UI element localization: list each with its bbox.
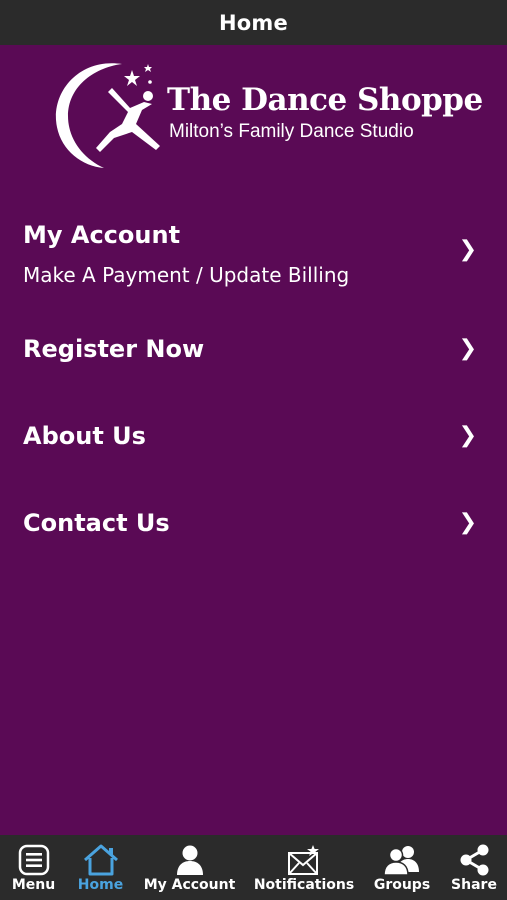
menu-item-about-us[interactable]: About Us ❯ (0, 417, 507, 462)
tab-notifications[interactable]: Notifications (250, 835, 358, 900)
tab-label: Home (77, 877, 124, 893)
chevron-right-icon: ❯ (458, 423, 477, 448)
tab-menu[interactable]: Menu (0, 835, 67, 900)
menu-item-label: About Us (23, 422, 146, 450)
tab-label: Notifications (253, 877, 355, 893)
chevron-right-icon: ❯ (458, 336, 477, 361)
tab-home[interactable]: Home (67, 835, 134, 900)
home-icon (83, 844, 118, 876)
studio-tagline: Milton’s Family Dance Studio (169, 121, 414, 142)
top-app-bar: Home (0, 0, 507, 45)
chevron-right-icon: ❯ (458, 237, 477, 262)
dancer-moon-icon (55, 63, 160, 168)
menu-item-register-now[interactable]: Register Now ❯ (0, 330, 507, 375)
envelope-star-icon (288, 845, 319, 875)
tab-label: Share (451, 877, 497, 893)
studio-logo: The Dance Shoppe Milton’s Family Dance S… (52, 58, 483, 170)
page-title: Home (219, 10, 288, 35)
studio-brand-name: The Dance Shoppe (167, 82, 483, 118)
tab-my-account[interactable]: My Account (134, 835, 245, 900)
chevron-right-icon: ❯ (458, 510, 477, 535)
share-icon (460, 844, 489, 876)
menu-icon (18, 844, 49, 876)
menu-item-label: Register Now (23, 335, 205, 363)
tab-share[interactable]: Share (441, 835, 507, 900)
bottom-tab-bar: Menu Home My Account Notifications Group… (0, 835, 507, 900)
tab-label: My Account (143, 877, 236, 893)
tab-label: Menu (11, 877, 56, 893)
user-icon (176, 845, 203, 875)
menu-item-contact-us[interactable]: Contact Us ❯ (0, 504, 507, 549)
tab-groups[interactable]: Groups (363, 835, 441, 900)
menu-item-label: My Account (23, 221, 181, 249)
menu-item-my-account[interactable]: My Account Make A Payment / Update Billi… (0, 215, 507, 300)
menu-item-subtitle: Make A Payment / Update Billing (23, 263, 350, 287)
tab-label: Groups (373, 877, 431, 893)
menu-item-label: Contact Us (23, 509, 170, 537)
group-icon (383, 846, 419, 876)
